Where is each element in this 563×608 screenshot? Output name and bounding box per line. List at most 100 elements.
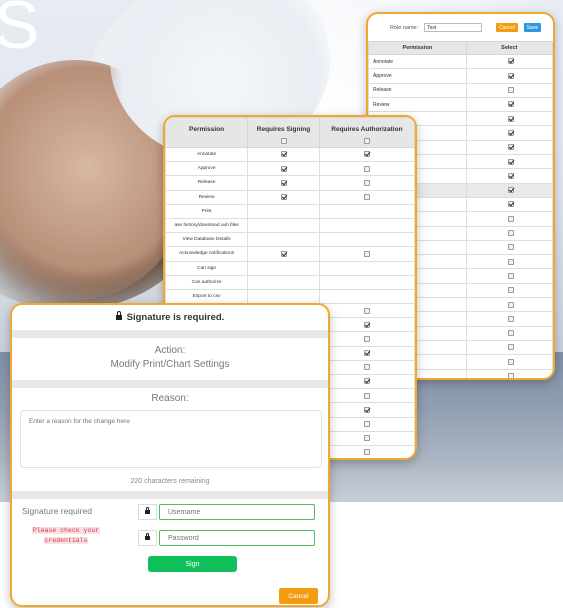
requires-authorization-cell xyxy=(318,274,415,290)
select-checkbox[interactable] xyxy=(508,144,515,151)
table-row: Acknowledge notifications xyxy=(165,246,415,262)
requires-authorization-cell xyxy=(318,444,415,458)
requires-authorization-checkbox[interactable] xyxy=(363,165,370,172)
requires-authorization-cell xyxy=(318,232,415,248)
requires-authorization-checkbox[interactable] xyxy=(363,151,370,158)
modal-title: Signature is required. xyxy=(126,312,225,323)
requires-signing-cell xyxy=(247,203,320,219)
select-checkbox[interactable] xyxy=(508,315,515,322)
requires-authorization-checkbox[interactable] xyxy=(363,449,370,456)
table-row: Review xyxy=(165,189,415,205)
requires-authorization-checkbox[interactable] xyxy=(363,378,370,385)
select-checkbox[interactable] xyxy=(508,129,515,136)
select-checkbox[interactable] xyxy=(508,272,515,279)
requires-signing-cell xyxy=(247,146,320,163)
requires-signing-checkbox[interactable] xyxy=(280,250,287,257)
select-checkbox[interactable] xyxy=(508,344,515,351)
role-header: Role name: Cancel Save xyxy=(368,14,553,41)
select-cell xyxy=(465,68,553,84)
select-checkbox[interactable] xyxy=(508,215,515,222)
table-row: Approve xyxy=(368,68,553,84)
requires-signing-checkbox[interactable] xyxy=(280,179,287,186)
requires-authorization-checkbox[interactable] xyxy=(363,179,370,186)
select-checkbox[interactable] xyxy=(508,258,515,265)
requires-signing-cell xyxy=(247,175,320,191)
requires-signing-cell xyxy=(247,232,320,248)
requires-authorization-cell xyxy=(318,373,415,390)
select-checkbox[interactable] xyxy=(508,115,515,122)
select-all-signing-checkbox[interactable] xyxy=(280,138,287,144)
select-checkbox[interactable] xyxy=(508,201,515,208)
select-checkbox[interactable] xyxy=(508,187,515,194)
modal-cancel-button[interactable]: Cancel xyxy=(279,588,318,604)
select-cell xyxy=(465,196,553,213)
requires-signing-checkbox[interactable] xyxy=(280,194,287,201)
role-name-label: Role name: xyxy=(390,24,419,31)
table-row: Release xyxy=(368,82,553,98)
requires-authorization-checkbox[interactable] xyxy=(363,350,370,357)
requires-authorization-checkbox[interactable] xyxy=(363,321,370,328)
username-row: Signature required xyxy=(12,499,328,525)
sign-button[interactable]: Sign xyxy=(148,556,237,572)
column-header-requires-signing: Requires Signing xyxy=(247,117,320,148)
select-checkbox[interactable] xyxy=(508,301,515,308)
requires-authorization-checkbox[interactable] xyxy=(363,421,370,428)
select-checkbox[interactable] xyxy=(508,87,515,94)
select-cell xyxy=(465,368,553,378)
requires-authorization-checkbox[interactable] xyxy=(363,406,370,413)
select-checkbox[interactable] xyxy=(508,330,515,337)
requires-authorization-cell xyxy=(318,246,415,262)
credentials-error: Please check your credentials xyxy=(22,526,110,546)
reason-label: Reason: xyxy=(151,393,189,404)
requires-signing-checkbox[interactable] xyxy=(280,165,287,172)
requires-authorization-checkbox[interactable] xyxy=(363,392,370,399)
select-cell xyxy=(465,82,553,98)
table-row: Release xyxy=(165,175,415,191)
select-checkbox[interactable] xyxy=(508,172,515,179)
signature-required-label: Signature required xyxy=(22,506,92,516)
error-line-2: credentials xyxy=(43,537,89,544)
password-row: Please check your credentials xyxy=(12,525,328,551)
requires-authorization-checkbox[interactable] xyxy=(363,250,370,257)
requires-authorization-checkbox[interactable] xyxy=(363,307,370,314)
username-input[interactable] xyxy=(159,504,315,520)
password-input[interactable] xyxy=(159,530,315,546)
requires-authorization-checkbox[interactable] xyxy=(363,435,370,442)
select-checkbox[interactable] xyxy=(508,230,515,237)
permission-name: Annotate xyxy=(165,146,249,163)
select-cell xyxy=(465,311,553,327)
permission-name: Export to csv xyxy=(165,288,249,305)
action-section: Action: Modify Print/Chart Settings xyxy=(12,338,328,380)
select-checkbox[interactable] xyxy=(508,373,515,378)
permission-name: View Database Details xyxy=(165,232,249,248)
requires-authorization-checkbox[interactable] xyxy=(363,194,370,201)
select-checkbox[interactable] xyxy=(508,244,515,251)
requires-authorization-cell xyxy=(318,260,415,276)
role-save-button[interactable]: Save xyxy=(523,23,542,32)
requires-authorization-cell xyxy=(318,203,415,219)
password-lock-icon xyxy=(138,530,157,546)
permission-name: Release xyxy=(368,82,467,98)
sign-row: Sign xyxy=(12,551,328,577)
requires-authorization-checkbox[interactable] xyxy=(363,364,370,371)
select-checkbox[interactable] xyxy=(508,287,515,294)
select-all-authorization-checkbox[interactable] xyxy=(363,138,370,144)
requires-authorization-checkbox[interactable] xyxy=(363,335,370,342)
role-cancel-button[interactable]: Cancel xyxy=(496,23,518,32)
role-name-input[interactable] xyxy=(424,23,483,32)
reason-textarea[interactable] xyxy=(20,410,322,468)
table-row: ase history/download uuh files xyxy=(165,217,415,234)
select-checkbox[interactable] xyxy=(508,101,515,108)
select-checkbox[interactable] xyxy=(508,358,515,365)
requires-authorization-cell xyxy=(318,345,415,361)
table-row: Annotate xyxy=(368,53,553,70)
requires-signing-checkbox[interactable] xyxy=(280,151,287,158)
select-checkbox[interactable] xyxy=(508,158,515,165)
permission-name: Review xyxy=(368,96,467,113)
requires-authorization-cell xyxy=(318,317,415,333)
requires-signing-cell xyxy=(247,274,320,290)
permission-name: Can sign xyxy=(165,260,249,276)
select-checkbox[interactable] xyxy=(508,58,515,65)
select-checkbox[interactable] xyxy=(508,72,515,79)
permission-name: Release xyxy=(165,175,249,191)
